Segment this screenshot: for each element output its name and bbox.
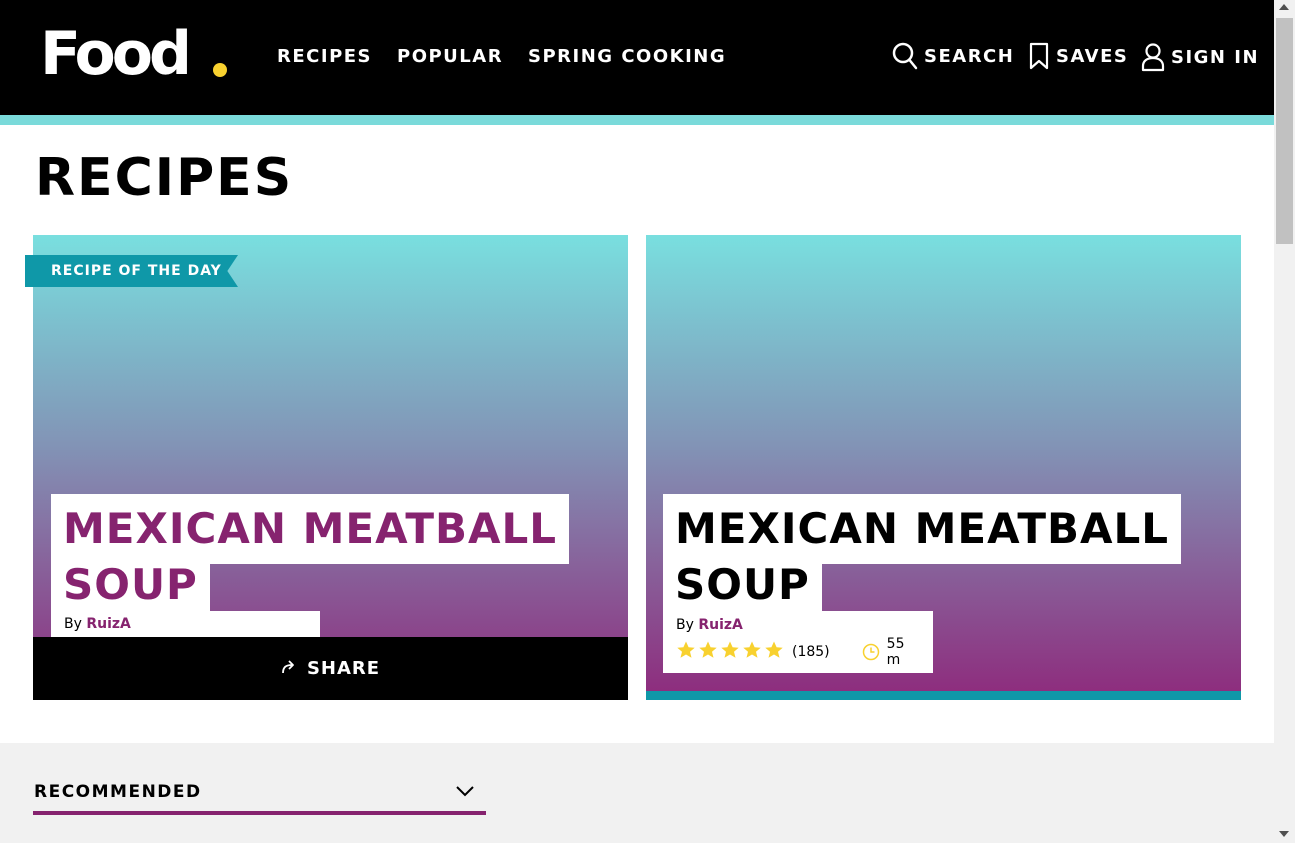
- share-icon: [281, 658, 297, 679]
- sign-in-label: SIGN IN: [1171, 46, 1260, 68]
- scroll-thumb[interactable]: [1276, 18, 1293, 244]
- chevron-down-icon[interactable]: [455, 783, 475, 802]
- card-byline: By RuizA: [51, 611, 320, 637]
- logo-dot: [213, 63, 227, 77]
- rating-stars: [676, 640, 784, 664]
- scrollbar[interactable]: [1274, 0, 1295, 843]
- by-prefix: By: [676, 617, 694, 633]
- share-button[interactable]: SHARE: [33, 637, 628, 700]
- card-title-line1[interactable]: MEXICAN MEATBALL: [51, 494, 570, 564]
- share-label: SHARE: [306, 658, 381, 679]
- by-prefix: By: [64, 616, 82, 632]
- nav-popular[interactable]: POPULAR: [397, 46, 503, 67]
- rating-count: (185): [792, 644, 830, 660]
- search-label: SEARCH: [924, 45, 1015, 67]
- scroll-up-arrow[interactable]: [1279, 4, 1289, 10]
- author-link[interactable]: RuizA: [86, 616, 131, 632]
- star-icon: [742, 640, 762, 664]
- card-title-line2[interactable]: SOUP: [663, 559, 822, 611]
- scroll-down-arrow[interactable]: [1279, 831, 1289, 837]
- card-title-line1[interactable]: MEXICAN MEATBALL: [663, 494, 1182, 564]
- recommended-dropdown-label[interactable]: RECOMMENDED: [34, 782, 202, 802]
- search-button[interactable]: SEARCH: [892, 42, 1014, 70]
- recipe-card-featured[interactable]: MEXICAN MEATBALL SOUP By RuizA: [33, 235, 628, 700]
- author-link[interactable]: RuizA: [698, 617, 743, 633]
- food-logo[interactable]: Food: [40, 18, 192, 90]
- saves-button[interactable]: SAVES: [1028, 42, 1128, 70]
- page-title: RECIPES: [35, 148, 294, 208]
- card-accent-stripe: [646, 691, 1241, 700]
- clock-icon: [862, 643, 880, 661]
- search-icon: [892, 42, 918, 70]
- rating-row: (185) 55 m: [676, 636, 920, 668]
- recipe-of-the-day-ribbon: RECIPE OF THE DAY: [25, 255, 238, 287]
- star-icon: [698, 640, 718, 664]
- star-icon: [720, 640, 740, 664]
- cook-time: 55 m: [886, 636, 905, 668]
- header-accent-stripe: [0, 115, 1274, 125]
- saves-label: SAVES: [1056, 45, 1129, 67]
- card-title-line2[interactable]: SOUP: [51, 559, 210, 611]
- card-byline: By RuizA: [676, 613, 920, 637]
- star-icon: [676, 640, 696, 664]
- site-header: Food RECIPES POPULAR SPRING COOKING SEAR…: [0, 0, 1274, 115]
- user-icon: [1141, 42, 1165, 72]
- sign-in-button[interactable]: SIGN IN: [1141, 42, 1259, 72]
- nav-recipes[interactable]: RECIPES: [277, 46, 372, 67]
- recommended-underline: [33, 811, 486, 815]
- recipe-card[interactable]: MEXICAN MEATBALL SOUP By RuizA (185) 55 …: [646, 235, 1241, 700]
- card-meta-box: By RuizA (185) 55 m: [663, 611, 933, 673]
- nav-spring-cooking[interactable]: SPRING COOKING: [528, 46, 726, 67]
- star-icon: [764, 640, 784, 664]
- bookmark-icon: [1028, 42, 1050, 70]
